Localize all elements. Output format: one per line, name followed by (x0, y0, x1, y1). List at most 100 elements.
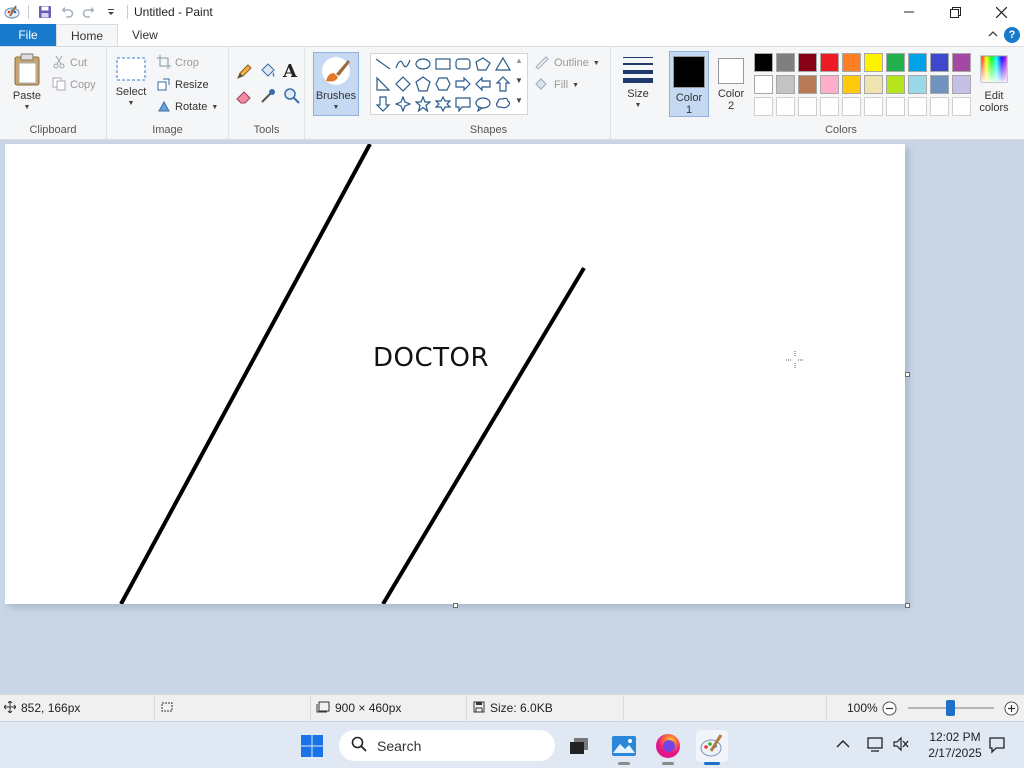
resize-button[interactable]: Resize (157, 75, 209, 95)
rect-callout-shape-icon[interactable] (453, 94, 473, 114)
up-arrow-shape-icon[interactable] (493, 74, 513, 94)
rectangle-shape-icon[interactable] (433, 54, 453, 74)
palette-swatch[interactable] (754, 53, 773, 72)
text-icon[interactable]: A (283, 61, 297, 82)
task-view-icon[interactable] (563, 730, 595, 762)
palette-swatch[interactable] (798, 53, 817, 72)
oval-shape-icon[interactable] (413, 54, 433, 74)
palette-custom-swatch[interactable] (754, 97, 773, 116)
shapes-scroll-up-icon[interactable]: ▲ (515, 56, 523, 65)
tray-chevron-icon[interactable] (836, 738, 850, 752)
right-triangle-shape-icon[interactable] (373, 74, 393, 94)
down-arrow-shape-icon[interactable] (373, 94, 393, 114)
palette-swatch[interactable] (776, 53, 795, 72)
oval-callout-shape-icon[interactable] (473, 94, 493, 114)
edit-colors-button[interactable]: Edit colors (974, 51, 1014, 117)
color2-button[interactable]: Color 2 (711, 51, 751, 117)
palette-swatch[interactable] (842, 75, 861, 94)
palette-swatch[interactable] (798, 75, 817, 94)
tab-home[interactable]: Home (56, 24, 119, 46)
redo-icon[interactable] (79, 2, 99, 22)
curve-shape-icon[interactable] (393, 54, 413, 74)
palette-swatch[interactable] (776, 75, 795, 94)
left-arrow-shape-icon[interactable] (473, 74, 493, 94)
size-button[interactable]: Size ▼ (617, 53, 659, 112)
drawing-canvas[interactable]: DOCTOR (5, 144, 905, 604)
customize-qat-icon[interactable] (101, 2, 121, 22)
palette-swatch[interactable] (952, 53, 971, 72)
taskbar-clock[interactable]: 12:02 PM 2/17/2025 (920, 729, 990, 761)
palette-swatch[interactable] (820, 75, 839, 94)
palette-swatch[interactable] (908, 53, 927, 72)
palette-custom-swatch[interactable] (798, 97, 817, 116)
windows-start-icon[interactable] (296, 730, 328, 762)
right-arrow-shape-icon[interactable] (453, 74, 473, 94)
palette-swatch[interactable] (930, 53, 949, 72)
resize-handle-bottom[interactable] (453, 603, 458, 608)
palette-swatch[interactable] (952, 75, 971, 94)
pencil-icon[interactable] (235, 63, 253, 84)
palette-swatch[interactable] (886, 75, 905, 94)
palette-swatch[interactable] (864, 53, 883, 72)
palette-swatch[interactable] (864, 75, 883, 94)
maximize-icon[interactable] (932, 0, 978, 24)
palette-custom-swatch[interactable] (952, 97, 971, 116)
zoom-slider-thumb[interactable] (946, 700, 955, 716)
palette-custom-swatch[interactable] (930, 97, 949, 116)
select-button[interactable]: Select ▼ (113, 55, 149, 110)
palette-custom-swatch[interactable] (864, 97, 883, 116)
resize-handle-right[interactable] (905, 372, 910, 377)
cloud-callout-shape-icon[interactable] (493, 94, 513, 114)
color-picker-icon[interactable] (259, 87, 277, 108)
shapes-expand-icon[interactable]: ▼ (515, 96, 523, 105)
rounded-rectangle-shape-icon[interactable] (453, 54, 473, 74)
crop-button[interactable]: Crop (157, 53, 199, 73)
pentagon-shape-icon[interactable] (413, 74, 433, 94)
five-point-star-shape-icon[interactable] (413, 94, 433, 114)
network-icon[interactable] (866, 736, 884, 755)
magnifier-icon[interactable] (283, 87, 301, 108)
taskbar-search[interactable]: Search (339, 730, 555, 761)
collapse-ribbon-icon[interactable] (988, 30, 998, 41)
six-point-star-shape-icon[interactable] (433, 94, 453, 114)
zoom-out-icon[interactable] (882, 701, 897, 719)
triangle-shape-icon[interactable] (493, 54, 513, 74)
minimize-icon[interactable] (886, 0, 932, 24)
palette-custom-swatch[interactable] (820, 97, 839, 116)
shape-fill-button[interactable]: Fill ▼ (534, 75, 579, 95)
palette-swatch[interactable] (842, 53, 861, 72)
close-icon[interactable] (978, 0, 1024, 24)
resize-handle-corner[interactable] (905, 603, 910, 608)
tab-view[interactable]: View (118, 24, 172, 46)
palette-custom-swatch[interactable] (886, 97, 905, 116)
fill-icon[interactable] (259, 61, 277, 82)
palette-custom-swatch[interactable] (776, 97, 795, 116)
outline-button[interactable]: Outline ▼ (534, 53, 600, 73)
save-icon[interactable] (35, 2, 55, 22)
paint-app-icon[interactable] (2, 2, 22, 22)
palette-custom-swatch[interactable] (908, 97, 927, 116)
palette-swatch[interactable] (908, 75, 927, 94)
four-point-star-shape-icon[interactable] (393, 94, 413, 114)
undo-icon[interactable] (57, 2, 77, 22)
polygon-shape-icon[interactable] (473, 54, 493, 74)
rotate-button[interactable]: Rotate ▼ (157, 97, 218, 117)
gallery-app-icon[interactable] (608, 730, 640, 765)
palette-custom-swatch[interactable] (842, 97, 861, 116)
zoom-in-icon[interactable] (1004, 701, 1019, 719)
paint-taskbar-icon[interactable] (696, 730, 728, 765)
notification-icon[interactable] (988, 736, 1006, 757)
palette-swatch[interactable] (930, 75, 949, 94)
firefox-icon[interactable] (652, 730, 684, 765)
volume-muted-icon[interactable] (892, 736, 910, 755)
line-shape-icon[interactable] (373, 54, 393, 74)
eraser-icon[interactable] (235, 87, 253, 108)
help-icon[interactable]: ? (1004, 27, 1020, 43)
palette-swatch[interactable] (886, 53, 905, 72)
cut-button[interactable]: Cut (52, 53, 87, 73)
palette-swatch[interactable] (754, 75, 773, 94)
paste-button[interactable]: Paste ▼ (8, 53, 46, 114)
palette-swatch[interactable] (820, 53, 839, 72)
copy-button[interactable]: Copy (52, 75, 96, 95)
tab-file[interactable]: File (0, 24, 56, 46)
